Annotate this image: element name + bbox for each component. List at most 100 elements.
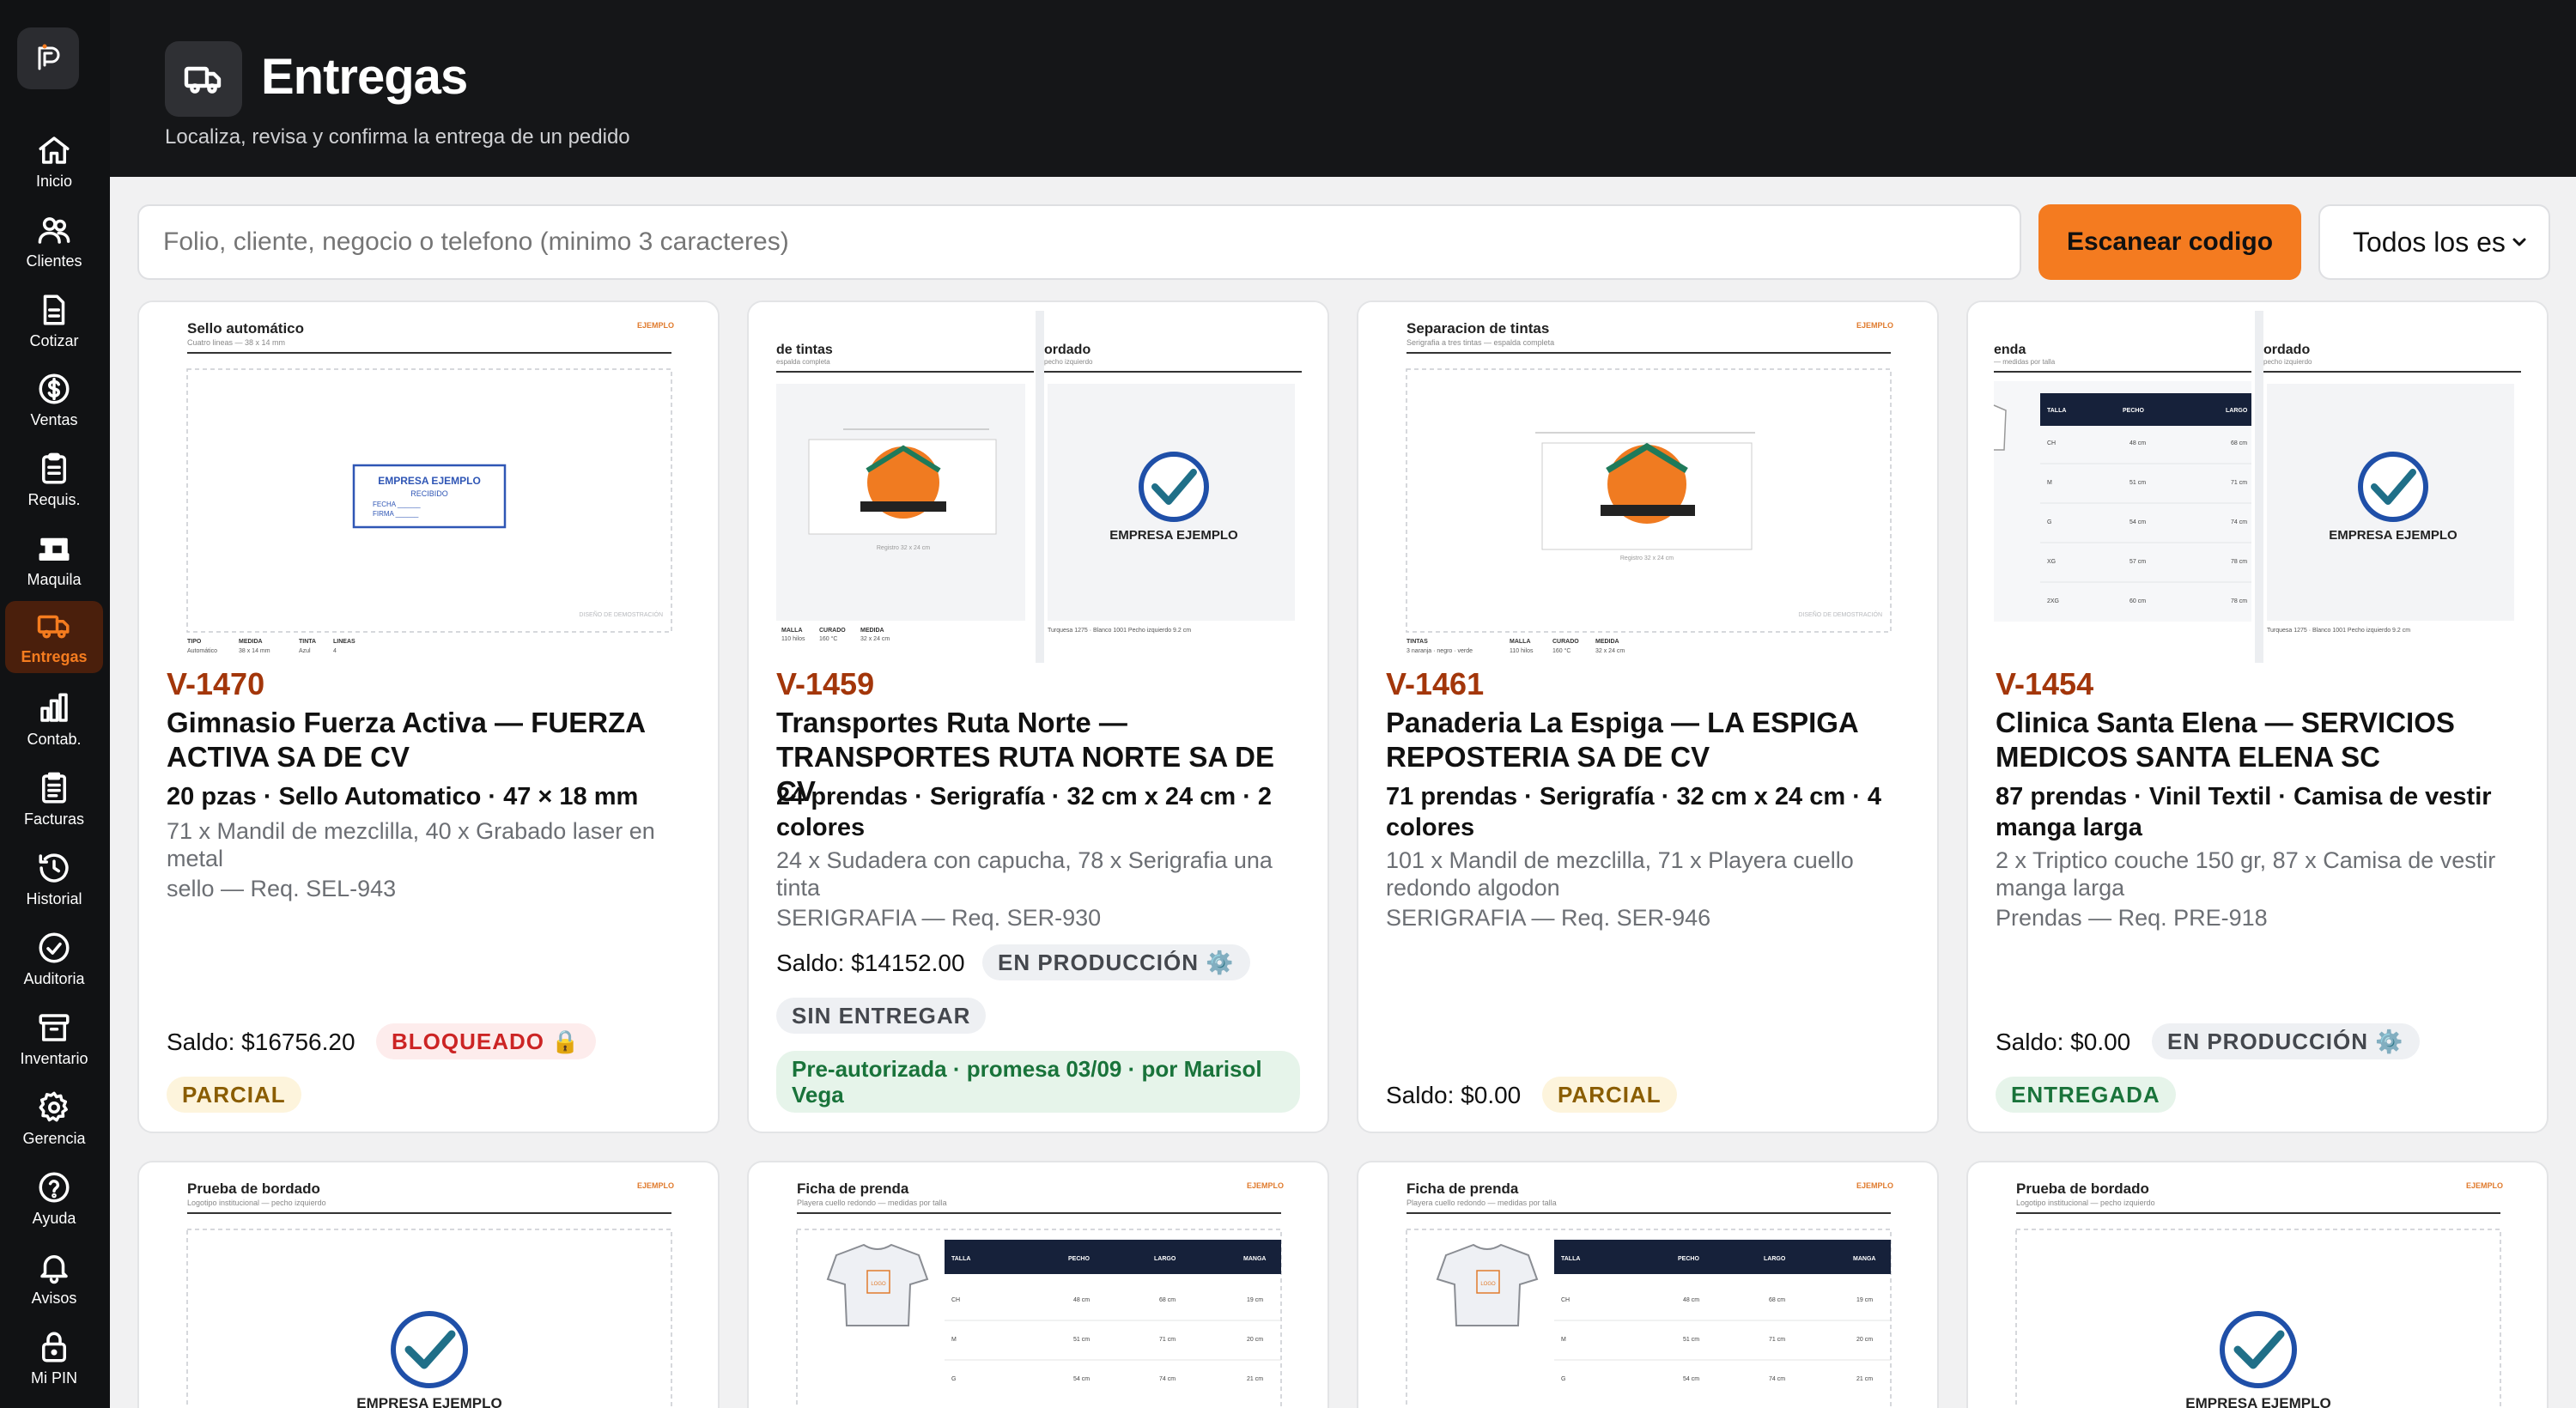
thumb-watermark: DISEÑO DE DEMOSTRACIÓN (1798, 610, 1882, 618)
table-cell: 20 cm (1856, 1337, 1873, 1343)
garment-sheet-image: Ficha de prenda Playera cuello redondo —… (796, 1180, 1284, 1408)
truck-icon (184, 66, 222, 94)
sidebar-item-label: Contab. (27, 731, 82, 748)
sidebar-item-inventario[interactable]: Inventario (5, 1003, 103, 1075)
stamp-line: RECIBIDO (410, 489, 448, 498)
sidebar-item-gerencia[interactable]: Gerencia (5, 1083, 103, 1155)
thumb-footer-label: TINTAS (1406, 639, 1428, 645)
table-cell: G (1561, 1376, 1565, 1382)
status-badge: EN PRODUCCIÓN ⚙️ (2152, 1023, 2420, 1059)
app-logo[interactable] (17, 27, 79, 89)
sidebar-item-historial[interactable]: Historial (5, 843, 103, 915)
order-summary: 87 prendas · Vinil Textil · Camisa de ve… (1996, 783, 2492, 841)
delivery-card[interactable]: Prueba de bordado Logotipo institucional… (137, 1161, 720, 1408)
archive-icon (39, 1014, 70, 1041)
sidebar-item-requis[interactable]: Requis. (5, 444, 103, 516)
table-cell: 19 cm (1247, 1297, 1263, 1303)
thumb-footer-value: 4 (333, 648, 337, 654)
thumb-title: Separacion de tintas (1406, 320, 1549, 337)
table-cell: 68 cm (1769, 1297, 1785, 1303)
print-proof-image: de tintas espalda completa Registro 32 x… (776, 311, 1302, 663)
sidebar-item-contab[interactable]: Contab. (5, 683, 103, 756)
thumb-sub: Playera cuello redondo — medidas por tal… (1406, 1199, 1557, 1207)
sidebar-item-ventas[interactable]: Ventas (5, 364, 103, 436)
delivery-card[interactable]: Sello automático Cuatro lineas — 38 x 14… (137, 300, 720, 1133)
sidebar-item-entregas[interactable]: Entregas (5, 601, 103, 673)
sidebar-item-inicio[interactable]: Inicio (5, 125, 103, 197)
table-header: PECHO (1068, 1256, 1090, 1262)
gear-icon (39, 1091, 68, 1122)
sidebar-item-label: Ventas (30, 411, 78, 428)
thumb-footer-label: MALLA (781, 628, 803, 634)
thumb-sub: Playera cuello redondo — medidas por tal… (797, 1199, 947, 1207)
sidebar-item-ayuda[interactable]: Ayuda (5, 1162, 103, 1235)
status-filter-select[interactable]: Todos los es (2318, 204, 2550, 280)
table-cell: 74 cm (1159, 1376, 1176, 1382)
thumb-footer-value: 3 naranja · negro · verde (1406, 648, 1473, 654)
sidebar-item-avisos[interactable]: Avisos (5, 1242, 103, 1314)
scan-code-button[interactable]: Escanear codigo (2038, 204, 2301, 280)
thumb-company: EMPRESA EJEMPLO (2185, 1395, 2330, 1408)
thumb-sub: Cuatro lineas — 38 x 14 mm (187, 338, 285, 347)
thumb-footer-label: MEDIDA (860, 628, 884, 634)
sidebar-item-cotizar[interactable]: Cotizar (5, 285, 103, 357)
thumb-footer-label: MEDIDA (239, 639, 263, 645)
thumb-footer-value: 160 °C (819, 635, 837, 642)
sidebar-item-label: Gerencia (22, 1130, 86, 1147)
search-input[interactable] (137, 204, 2021, 280)
table-cell: 74 cm (2231, 519, 2247, 525)
thumb-footer-value: Turquesa 1275 · Blanco 1001 Pecho izquie… (2267, 628, 2410, 634)
check-circle-icon (39, 932, 70, 963)
sidebar-item-facturas[interactable]: Facturas (5, 763, 103, 835)
table-cell: 71 cm (2231, 480, 2247, 486)
delivery-badge: PARCIAL (167, 1077, 301, 1113)
status-filter-value: Todos los es (2353, 226, 2506, 258)
table-header: MANGA (1243, 1256, 1266, 1262)
sidebar-item-auditoria[interactable]: Auditoria (5, 923, 103, 995)
delivery-badge: SIN ENTREGAR (776, 998, 987, 1034)
folio: V-1470 (167, 666, 265, 701)
delivery-card[interactable]: enda — medidas por talla TALLA PECHO LAR… (1966, 300, 2549, 1133)
sidebar-item-mi-pin[interactable]: Mi PIN (5, 1322, 103, 1394)
sidebar-item-clientes[interactable]: Clientes (5, 205, 103, 277)
thumb-footer-value: 38 x 14 mm (239, 648, 270, 654)
sidebar-item-label: Ayuda (32, 1210, 76, 1227)
delivery-card[interactable]: Separacion de tintas Serigrafia a tres t… (1357, 300, 1939, 1133)
table-cell: 54 cm (2129, 519, 2146, 525)
table-cell: 48 cm (1683, 1297, 1699, 1303)
delivery-card[interactable]: de tintas espalda completa Registro 32 x… (747, 300, 1329, 1133)
order-summary: 24 prendas · Serigrafía · 32 cm x 24 cm … (776, 783, 1273, 841)
delivery-card[interactable]: Ficha de prenda Playera cuello redondo —… (1357, 1161, 1939, 1408)
table-cell: CH (951, 1297, 960, 1303)
thumb-brand: EJEMPLO (2466, 1181, 2503, 1190)
truck-icon (37, 615, 70, 639)
thumb-footer-label: CURADO (819, 628, 846, 634)
thumb-footer-value: 32 x 24 cm (860, 636, 890, 642)
table-cell: G (951, 1376, 956, 1382)
table-header: MANGA (1853, 1256, 1875, 1262)
table-header: PECHO (1678, 1256, 1699, 1262)
thumb-sub: pecho izquierdo (2263, 358, 2312, 366)
page-title: Entregas (261, 49, 468, 105)
thumb-title: Prueba de bordado (2016, 1180, 2149, 1197)
balance: Saldo: $0.00 (1996, 1029, 2131, 1055)
table-cell: 51 cm (2129, 480, 2146, 486)
sidebar-item-label: Mi PIN (31, 1369, 77, 1387)
table-header: PECHO (2123, 408, 2144, 414)
delivery-badge: PARCIAL (1542, 1077, 1677, 1113)
thumb-logo-text: LOGO (871, 1282, 886, 1287)
table-cell: 57 cm (2129, 559, 2146, 565)
sidebar-item-maquila[interactable]: Maquila (5, 524, 103, 596)
thumb-title: de tintas (776, 343, 833, 357)
thumb-brand: EJEMPLO (637, 321, 674, 330)
delivery-card[interactable]: Ficha de prenda Playera cuello redondo —… (747, 1161, 1329, 1408)
thumb-footer-value: Turquesa 1275 · Blanco 1001 Pecho izquie… (1048, 628, 1191, 634)
sidebar-item-label: Auditoria (23, 970, 85, 987)
thumb-footer-value: Azul (299, 648, 311, 654)
folio: V-1459 (776, 666, 875, 701)
lock-icon (42, 1332, 66, 1362)
delivery-card[interactable]: Prueba de bordado Logotipo institucional… (1966, 1161, 2549, 1408)
balance: Saldo: $14152.00 (776, 950, 965, 976)
thumb-sub: pecho izquierdo (1044, 358, 1093, 366)
thumb-brand: EJEMPLO (1856, 1181, 1893, 1190)
